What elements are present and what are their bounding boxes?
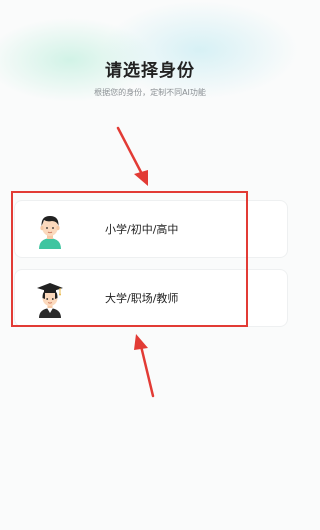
- identity-option-school[interactable]: 小学/初中/高中: [14, 200, 288, 258]
- arrow-up-icon: [134, 334, 155, 398]
- identity-option-label: 大学/职场/教师: [105, 292, 179, 305]
- page-header: 请选择身份 根据您的身份，定制不同AI功能: [0, 56, 300, 98]
- page-title: 请选择身份: [105, 61, 195, 81]
- graduate-icon: [37, 283, 63, 318]
- page-subtitle: 根据您的身份，定制不同AI功能: [94, 88, 206, 97]
- identity-option-university-work[interactable]: 大学/职场/教师: [14, 269, 288, 327]
- boy-student-icon: [39, 216, 61, 249]
- identity-option-label: 小学/初中/高中: [105, 223, 179, 236]
